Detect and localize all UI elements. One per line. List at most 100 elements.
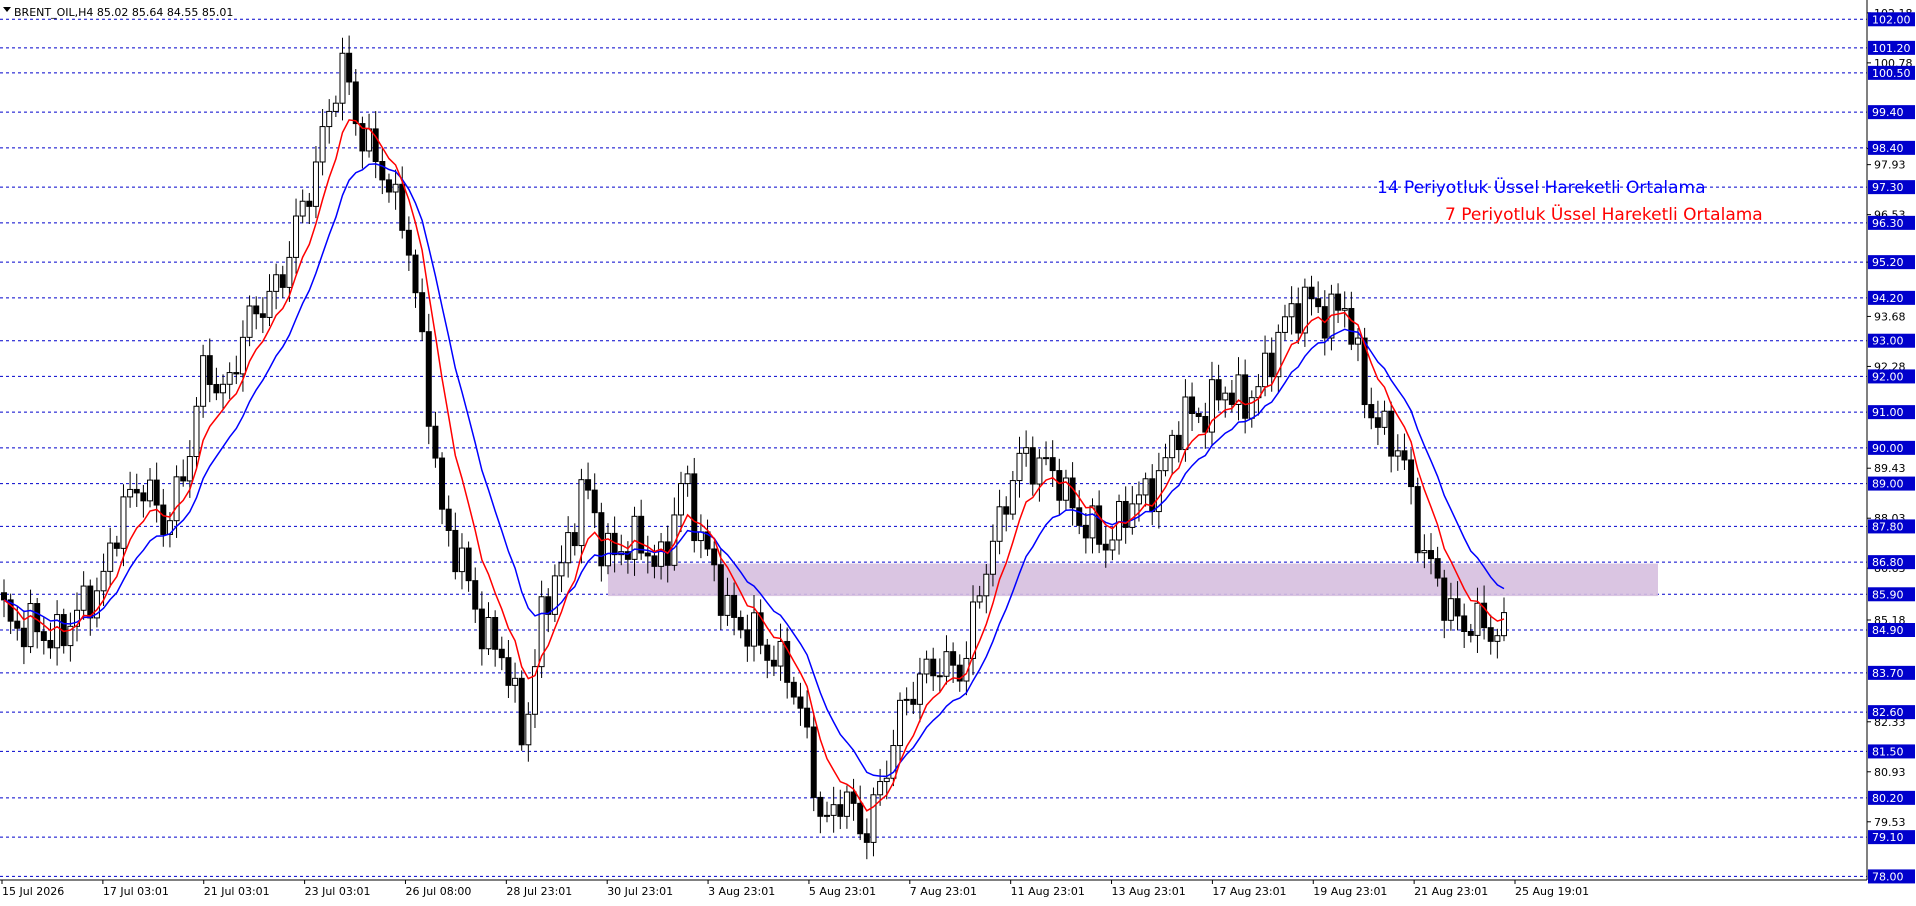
candle-body[interactable]: [107, 542, 114, 572]
candle-body[interactable]: [485, 617, 492, 650]
candle-body[interactable]: [797, 696, 804, 709]
candle-body[interactable]: [432, 425, 439, 459]
candle-body[interactable]: [34, 603, 41, 633]
candle-body[interactable]: [1009, 480, 1016, 515]
candle-body[interactable]: [472, 580, 479, 610]
candle-body[interactable]: [1295, 303, 1302, 334]
candle-body[interactable]: [20, 627, 27, 648]
candle-body[interactable]: [1341, 308, 1348, 311]
candle-body[interactable]: [339, 52, 346, 104]
candle-body[interactable]: [147, 479, 154, 502]
candle-body[interactable]: [824, 814, 831, 817]
candle-body[interactable]: [903, 698, 910, 701]
candle-body[interactable]: [631, 515, 638, 560]
candle-body[interactable]: [737, 616, 744, 631]
candle-body[interactable]: [273, 274, 280, 292]
candle-body[interactable]: [1388, 410, 1395, 457]
candle-body[interactable]: [312, 161, 319, 207]
candle-body[interactable]: [1135, 494, 1142, 505]
candle-body[interactable]: [1447, 598, 1454, 621]
candle-body[interactable]: [1036, 457, 1043, 485]
price-chart[interactable]: 102.18100.7898.3897.9396.5395.2093.6892.…: [0, 0, 1916, 902]
candle-body[interactable]: [1487, 627, 1494, 642]
candle-body[interactable]: [558, 562, 565, 577]
candle-body[interactable]: [1043, 457, 1050, 460]
candle-body[interactable]: [412, 254, 419, 294]
candle-body[interactable]: [910, 698, 917, 705]
candle-body[interactable]: [1242, 374, 1249, 419]
candle-body[interactable]: [843, 791, 850, 817]
candle-body[interactable]: [246, 305, 253, 338]
candle-body[interactable]: [850, 791, 857, 804]
candle-body[interactable]: [1394, 450, 1401, 457]
candle-body[interactable]: [976, 595, 983, 603]
candle-body[interactable]: [1474, 602, 1481, 636]
candle-body[interactable]: [180, 476, 187, 482]
candle-body[interactable]: [877, 781, 884, 796]
candle-body[interactable]: [326, 110, 333, 128]
candle-body[interactable]: [578, 479, 585, 547]
candle-body[interactable]: [1348, 308, 1355, 345]
candle-body[interactable]: [478, 608, 485, 650]
candle-body[interactable]: [790, 681, 797, 698]
candle-body[interactable]: [200, 355, 207, 407]
candle-body[interactable]: [153, 479, 160, 506]
candle-body[interactable]: [691, 473, 698, 542]
candle-body[interactable]: [173, 476, 180, 522]
candle-body[interactable]: [492, 617, 499, 650]
candle-body[interactable]: [1102, 543, 1109, 551]
candle-body[interactable]: [518, 677, 525, 746]
candle-body[interactable]: [751, 612, 757, 647]
candle-body[interactable]: [239, 336, 246, 375]
candle-body[interactable]: [286, 256, 293, 288]
candle-body[interactable]: [857, 802, 864, 835]
candle-body[interactable]: [897, 699, 904, 747]
candle-body[interactable]: [1189, 396, 1196, 415]
candle-body[interactable]: [565, 532, 572, 564]
candle-body[interactable]: [366, 128, 373, 152]
candle-body[interactable]: [220, 383, 227, 394]
candle-body[interactable]: [711, 548, 718, 566]
candle-body[interactable]: [1408, 459, 1415, 488]
candle-body[interactable]: [1354, 337, 1361, 345]
candle-body[interactable]: [651, 555, 658, 567]
candle-body[interactable]: [1461, 615, 1468, 633]
candle-body[interactable]: [279, 274, 286, 288]
candle-body[interactable]: [253, 305, 260, 315]
candle-body[interactable]: [405, 229, 412, 256]
candle-body[interactable]: [1454, 598, 1461, 617]
candle-body[interactable]: [585, 479, 592, 491]
candle-body[interactable]: [870, 794, 877, 843]
candle-body[interactable]: [233, 372, 240, 375]
candle-body[interactable]: [439, 457, 446, 510]
candle-body[interactable]: [452, 529, 459, 573]
candle-body[interactable]: [1288, 303, 1295, 318]
candle-body[interactable]: [770, 659, 777, 667]
candle-body[interactable]: [764, 644, 771, 661]
candle-body[interactable]: [1129, 503, 1136, 528]
candle-body[interactable]: [1228, 392, 1235, 405]
candle-body[interactable]: [525, 713, 532, 746]
candle-body[interactable]: [160, 504, 167, 535]
candle-body[interactable]: [1262, 352, 1269, 388]
candle-body[interactable]: [1182, 396, 1189, 451]
candle-body[interactable]: [425, 331, 432, 427]
candle-body[interactable]: [186, 456, 193, 482]
candle-body[interactable]: [1049, 457, 1056, 472]
candle-body[interactable]: [1501, 612, 1507, 637]
candle-body[interactable]: [47, 639, 54, 649]
candle-body[interactable]: [930, 658, 937, 677]
candle-body[interactable]: [1434, 558, 1441, 579]
candle-body[interactable]: [1195, 413, 1202, 417]
candle-body[interactable]: [1, 592, 7, 601]
candle-body[interactable]: [512, 677, 519, 686]
candle-body[interactable]: [40, 631, 47, 641]
candle-body[interactable]: [120, 496, 127, 549]
candle-body[interactable]: [206, 355, 213, 385]
candle-body[interactable]: [445, 508, 452, 531]
candle-body[interactable]: [1248, 397, 1255, 419]
candle-body[interactable]: [87, 585, 94, 619]
candle-body[interactable]: [1029, 447, 1036, 485]
candle-body[interactable]: [1335, 293, 1342, 311]
candle-body[interactable]: [1016, 452, 1023, 482]
